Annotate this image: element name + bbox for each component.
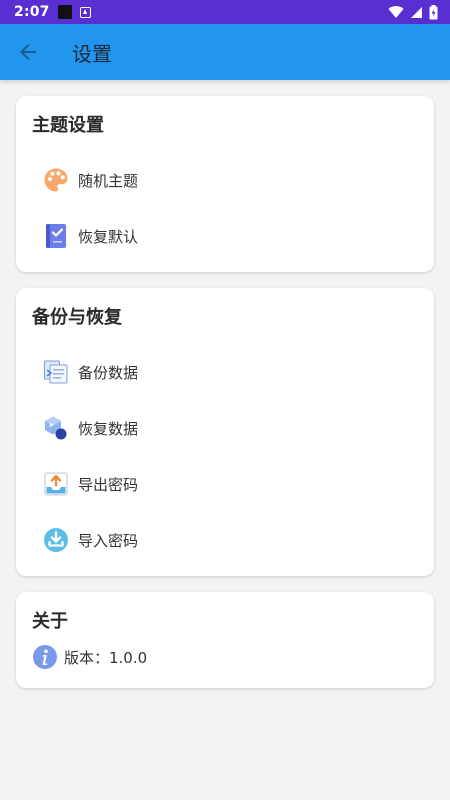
backup-data-label: 备份数据: [78, 363, 139, 382]
book-check-icon: [42, 222, 70, 250]
backup-files-icon: [42, 358, 70, 386]
version-row: 版本：1.0.0: [32, 644, 418, 670]
notification-a-icon: [79, 6, 91, 18]
version-text: 版本：1.0.0: [64, 648, 148, 667]
notification-app-icon: [57, 5, 72, 19]
export-password-label: 导出密码: [78, 475, 139, 494]
backup-restore-title: 备份与恢复: [32, 307, 122, 328]
arrow-back-icon: [20, 44, 36, 60]
page-title: 设置: [72, 41, 112, 66]
import-password-label: 导入密码: [78, 531, 139, 550]
restore-data-label: 恢复数据: [78, 419, 139, 438]
app-bar: 设置: [0, 24, 450, 80]
settings-content: 主题设置 随机主题 恢复默认 备份与恢复 备份数据 恢复数据 导出密码 导入密码…: [0, 80, 450, 688]
import-password-item[interactable]: 导入密码: [32, 512, 418, 568]
battery-icon: [429, 4, 438, 19]
restore-data-item[interactable]: 恢复数据: [32, 400, 418, 456]
status-bar: 2:07: [0, 0, 450, 24]
import-download-icon: [42, 526, 70, 554]
info-icon: [32, 644, 58, 670]
restore-cube-icon: [42, 414, 70, 442]
restore-default-label: 恢复默认: [78, 227, 139, 246]
export-upload-icon: [42, 470, 70, 498]
back-button[interactable]: [0, 24, 56, 80]
theme-settings-card: 主题设置 随机主题 恢复默认: [16, 96, 434, 272]
about-title: 关于: [32, 611, 68, 632]
wifi-icon: [388, 6, 404, 19]
status-time: 2:07: [14, 4, 50, 20]
restore-default-item[interactable]: 恢复默认: [32, 208, 418, 264]
theme-settings-title: 主题设置: [32, 115, 104, 136]
random-theme-item[interactable]: 随机主题: [32, 152, 418, 208]
signal-icon: [411, 6, 422, 18]
backup-data-item[interactable]: 备份数据: [32, 344, 418, 400]
palette-icon: [42, 166, 70, 194]
about-card: 关于 版本：1.0.0: [16, 592, 434, 688]
backup-restore-card: 备份与恢复 备份数据 恢复数据 导出密码 导入密码: [16, 288, 434, 576]
random-theme-label: 随机主题: [78, 171, 139, 190]
export-password-item[interactable]: 导出密码: [32, 456, 418, 512]
